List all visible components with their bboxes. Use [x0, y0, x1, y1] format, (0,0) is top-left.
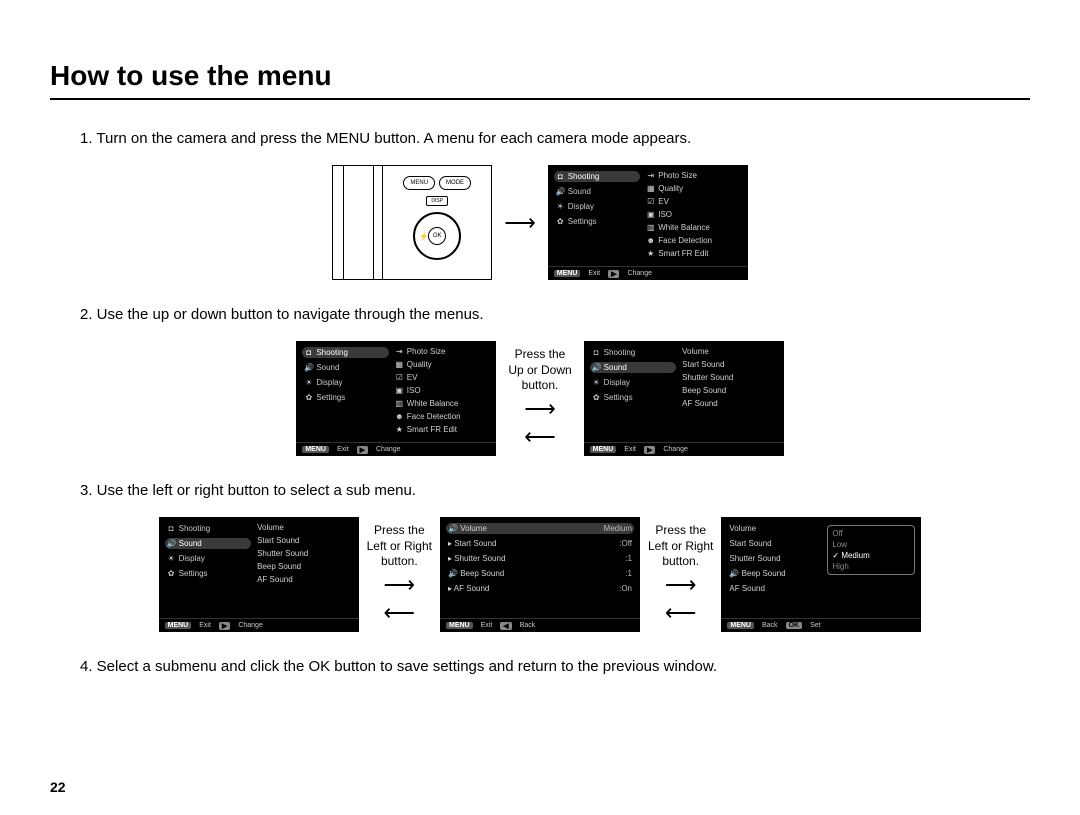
arrow-right-icon: ⟶ — [524, 396, 556, 422]
right-item-photo-size: ⇥Photo Size — [646, 171, 742, 180]
left-item-shooting: ◘Shooting — [554, 171, 640, 182]
row-2: ◘Shooting 🔊Sound ☀Display ✿Settings ⇥Pho… — [50, 341, 1030, 456]
right-item-smart: ★Smart FR Edit — [646, 249, 742, 258]
footer-change-icon: ▶ — [608, 270, 619, 278]
footer-menu-tag: MENU — [554, 270, 581, 277]
left-item-display: ☀Display — [554, 201, 640, 212]
arrow-left-icon: ⟵ — [524, 424, 556, 450]
lr-label-1: Press the Left or Right button. ⟶⟵ — [367, 523, 432, 626]
opt-medium: ✓ Medium — [828, 550, 914, 561]
lcd-sound-menu: ◘Shooting 🔊Sound ☀Display ✿Settings Volu… — [584, 341, 784, 456]
camera-back-illustration: MENU MODE DISP ⚡ OK — [332, 165, 492, 280]
nav-pad: ⚡ OK — [413, 212, 461, 260]
mode-button: MODE — [439, 176, 471, 190]
menu-button: MENU — [403, 176, 435, 190]
right-item-ev: ☑EV — [646, 197, 742, 206]
lcd-shooting-menu: ◘Shooting 🔊Sound ☀Display ✿Settings ⇥Pho… — [548, 165, 748, 280]
lcd-volume-options: Volume Start Sound Shutter Sound 🔊 Beep … — [721, 517, 921, 632]
opt-low: Low — [828, 539, 914, 550]
lcd-shooting-menu-2: ◘Shooting 🔊Sound ☀Display ✿Settings ⇥Pho… — [296, 341, 496, 456]
row-1: MENU MODE DISP ⚡ OK ⟶ ◘Shooting 🔊Sound ☀… — [50, 165, 1030, 280]
left-item-sound: 🔊Sound — [554, 186, 640, 197]
arrow-right-icon: ⟶ — [504, 210, 536, 236]
updown-label: Press the Up or Down button. ⟶ ⟵ — [508, 347, 571, 450]
lcd-sound-values: 🔊 VolumeMedium ▸ Start Sound:Off ▸ Shutt… — [440, 517, 640, 632]
row-3: ◘Shooting 🔊Sound ☀Display ✿Settings Volu… — [50, 517, 1030, 632]
right-item-face: ☻Face Detection — [646, 236, 742, 245]
flash-icon: ⚡ — [419, 232, 429, 241]
lcd-sound-menu-2: ◘Shooting 🔊Sound ☀Display ✿Settings Volu… — [159, 517, 359, 632]
page-number: 22 — [50, 779, 66, 795]
right-item-wb: ▥White Balance — [646, 223, 742, 232]
step-3: 3. Use the left or right button to selec… — [80, 482, 1030, 499]
ok-button: OK — [428, 227, 446, 245]
step-2: 2. Use the up or down button to navigate… — [80, 306, 1030, 323]
lr-label-2: Press the Left or Right button. ⟶⟵ — [648, 523, 713, 626]
opt-high: High — [828, 561, 914, 572]
right-item-iso: ▣ISO — [646, 210, 742, 219]
disp-label: DISP — [426, 196, 448, 206]
right-item-quality: ▦Quality — [646, 184, 742, 193]
opt-off: Off — [828, 528, 914, 539]
left-item-settings: ✿Settings — [554, 216, 640, 227]
step-4: 4. Select a submenu and click the OK but… — [80, 658, 1030, 675]
page-title: How to use the menu — [50, 60, 1030, 100]
step-1: 1. Turn on the camera and press the MENU… — [80, 130, 1030, 147]
